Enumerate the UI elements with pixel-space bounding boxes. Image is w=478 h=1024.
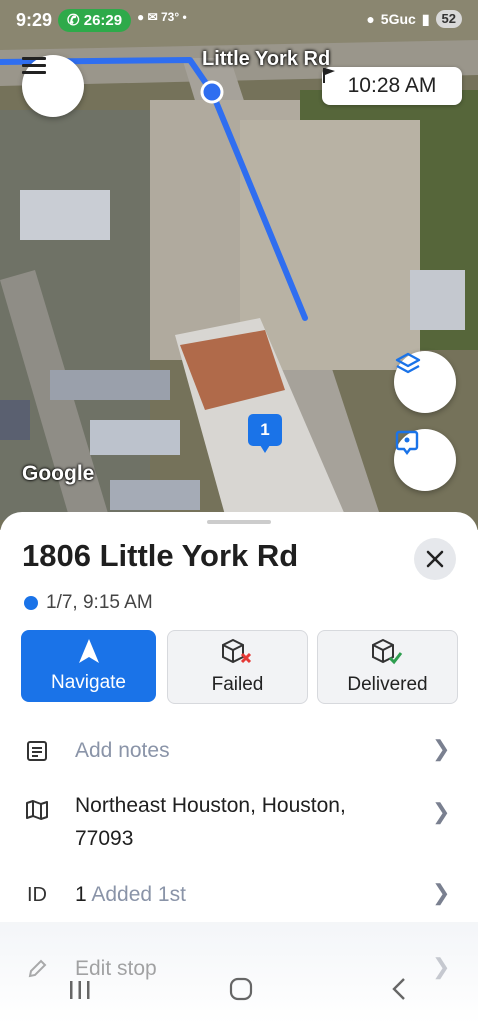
id-added: Added 1st (91, 883, 186, 906)
location-line2: 77093 (75, 827, 134, 850)
call-timer-pill[interactable]: ✆ 26:29 (58, 9, 132, 32)
stop-eta: 1/7, 9:15 AM (24, 592, 153, 614)
stop-marker[interactable]: 1 (248, 414, 282, 453)
temperature: 73° (161, 10, 180, 24)
home-icon[interactable] (229, 977, 253, 1008)
stop-marker-number: 1 (260, 420, 270, 439)
location-text: Northeast Houston, Houston, 77093 (75, 789, 346, 855)
arrival-time: 10:28 AM (347, 74, 437, 97)
hamburger-icon (22, 57, 46, 74)
network-type: 5Guc (380, 11, 416, 27)
mail-icon: ✉ (147, 10, 158, 24)
street-label: Little York Rd (202, 48, 331, 70)
status-bar: 9:29 ✆ 26:29 ● ✉ 73° • ● 5Guc ▮ 52 (0, 0, 478, 40)
action-buttons: Navigate Failed Delivered (21, 630, 458, 704)
notification-icons: ● ✉ 73° • (137, 10, 187, 24)
signal-icon: ▮ (421, 10, 430, 27)
add-notes-placeholder: Add notes (75, 739, 170, 762)
chevron-right-icon: ❯ (432, 736, 451, 761)
map-view[interactable]: 9:29 ✆ 26:29 ● ✉ 73° • ● 5Guc ▮ 52 Littl… (0, 0, 478, 530)
package-failed-icon (221, 638, 251, 664)
location-row[interactable]: Northeast Houston, Houston, 77093 ❯ (0, 789, 478, 859)
id-value: 1 (75, 883, 87, 906)
delivered-label: Delivered (347, 674, 428, 695)
notes-row[interactable]: Add notes ❯ (0, 734, 478, 768)
id-row[interactable]: ID 1 Added 1st ❯ (0, 878, 478, 912)
navigate-button[interactable]: Navigate (21, 630, 156, 702)
navigate-label: Navigate (51, 672, 126, 693)
close-icon (426, 550, 444, 568)
chevron-right-icon: ❯ (432, 880, 451, 905)
chevron-right-icon: ❯ (432, 799, 451, 824)
map-icon (24, 797, 50, 823)
google-attribution: Google (22, 462, 95, 485)
back-icon[interactable] (390, 977, 410, 1008)
layers-icon (395, 352, 421, 374)
system-nav-bar (0, 960, 478, 1024)
recent-apps-icon[interactable] (68, 977, 92, 1008)
location-line1: Northeast Houston, Houston, (75, 794, 346, 817)
menu-button[interactable] (22, 55, 84, 117)
call-timer: 26:29 (83, 12, 123, 29)
notes-icon (24, 738, 50, 764)
navigate-arrow-icon (78, 639, 99, 663)
eta-dot-icon (24, 596, 38, 610)
phone-icon: ✆ (67, 12, 80, 29)
eta-text: 1/7, 9:15 AM (46, 592, 153, 613)
failed-label: Failed (211, 674, 264, 695)
arrival-time-chip: 10:28 AM (322, 67, 462, 105)
close-button[interactable] (414, 538, 456, 580)
app-notification-icon: ● (137, 10, 145, 24)
battery-level: 52 (435, 10, 462, 28)
status-right: ● 5Guc ▮ 52 (366, 10, 462, 28)
add-stop-pin-button[interactable] (394, 429, 456, 491)
failed-button[interactable]: Failed (167, 630, 308, 704)
map-pin-icon (395, 430, 419, 455)
status-time: 9:29 (16, 10, 53, 30)
stop-address: 1806 Little York Rd (22, 538, 299, 573)
layers-button[interactable] (394, 351, 456, 413)
flag-icon (323, 68, 335, 83)
id-text: 1 Added 1st (75, 878, 186, 911)
drag-handle[interactable] (207, 520, 271, 524)
delivered-button[interactable]: Delivered (317, 630, 458, 704)
package-delivered-icon (371, 638, 402, 665)
stop-details-sheet: 1806 Little York Rd 1/7, 9:15 AM Navigat… (0, 512, 478, 1024)
location-icon: ● (366, 11, 375, 27)
dot-icon: • (182, 10, 187, 24)
id-label: ID (27, 883, 47, 906)
